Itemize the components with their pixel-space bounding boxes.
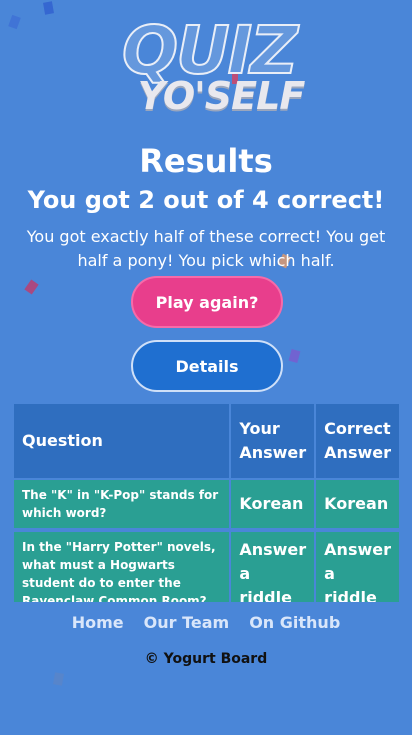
score-text: You got 2 out of 4 correct! xyxy=(27,186,385,214)
confetti-piece xyxy=(24,279,39,295)
footer-link-our-team[interactable]: Our Team xyxy=(144,613,230,632)
results-table: Question Your Answer Correct Answer The … xyxy=(14,404,399,602)
question-cell: In the "Harry Potter" novels, what must … xyxy=(14,532,230,602)
copyright-text: © Yogurt Board xyxy=(144,651,268,667)
table-header-row: Question Your Answer Correct Answer xyxy=(14,404,399,480)
footer-link-github[interactable]: On Github xyxy=(249,613,340,632)
column-header-your-answer: Your Answer xyxy=(231,404,315,480)
column-header-correct-answer: Correct Answer xyxy=(316,404,399,480)
footer-nav: Home Our Team On Github xyxy=(0,613,412,632)
your-answer-cell: Korean xyxy=(231,480,315,532)
table-row: In the "Harry Potter" novels, what must … xyxy=(14,532,399,602)
confetti-piece xyxy=(53,672,64,686)
play-again-button[interactable]: Play again? xyxy=(131,276,283,328)
results-table-container[interactable]: Question Your Answer Correct Answer The … xyxy=(14,404,399,602)
question-cell: The "K" in "K-Pop" stands for which word… xyxy=(14,480,230,532)
column-header-question: Question xyxy=(14,404,230,480)
confetti-piece xyxy=(43,1,54,15)
your-answer-cell: Answer a riddle xyxy=(231,532,315,602)
details-button[interactable]: Details xyxy=(131,340,283,392)
confetti-piece xyxy=(288,349,301,363)
logo-text-yoself: YO'SELF xyxy=(137,74,306,118)
correct-answer-cell: Answer a riddle xyxy=(316,532,399,602)
quiz-yoself-logo[interactable]: QUIZ YO'SELF xyxy=(104,17,314,118)
page-title: Results xyxy=(139,142,273,180)
result-message: You got exactly half of these correct! Y… xyxy=(26,227,386,270)
correct-answer-cell: Korean xyxy=(316,480,399,532)
table-row: The "K" in "K-Pop" stands for which word… xyxy=(14,480,399,532)
confetti-piece xyxy=(8,14,21,30)
footer-link-home[interactable]: Home xyxy=(72,613,124,632)
